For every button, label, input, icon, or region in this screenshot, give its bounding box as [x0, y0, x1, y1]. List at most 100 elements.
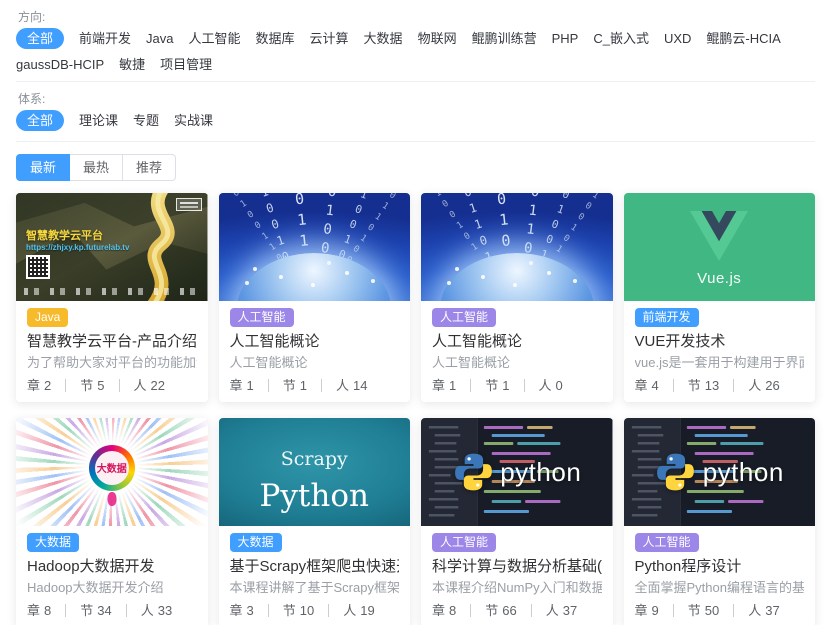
filter-direction-all[interactable]: 全部 [16, 28, 64, 49]
filter-direction-bigdata[interactable]: 大数据 [364, 28, 403, 49]
stat-separator [119, 379, 120, 392]
course-stats: 章1 节1 人0 [432, 378, 602, 393]
filter-direction-kunpeng-camp[interactable]: 鲲鹏训练营 [472, 28, 537, 49]
direction-filter-label: 方向: [18, 8, 815, 25]
filter-direction-gaussdb[interactable]: gaussDB-HCIP [16, 54, 104, 75]
python-wordmark: python [703, 457, 784, 488]
course-thumbnail[interactable]: 100101 01101001 0100110 01101001 0100110… [421, 193, 613, 301]
network-dots [455, 267, 459, 271]
category-tag[interactable]: 大数据 [27, 533, 79, 552]
filter-direction-cloud[interactable]: 云计算 [310, 28, 349, 49]
section-count: 节50 [688, 603, 719, 618]
sort-newest-button[interactable]: 最新 [16, 154, 70, 181]
course-stats: 章8 节34 人33 [27, 603, 197, 618]
signature-strip [24, 288, 200, 295]
course-title[interactable]: 人工智能概论 [230, 333, 400, 351]
course-description: 全面掌握Python编程语言的基本语... [635, 580, 805, 596]
stat-separator [126, 604, 127, 617]
stat-separator [733, 604, 734, 617]
course-description: 为了帮助大家对平台的功能加深理... [27, 355, 197, 371]
category-tag[interactable]: 前端开发 [635, 308, 699, 327]
course-card-body: Java 智慧教学云平台-产品介绍 为了帮助大家对平台的功能加深理... 章2 … [16, 301, 208, 402]
sort-recommended-button[interactable]: 推荐 [122, 154, 176, 181]
category-tag[interactable]: 人工智能 [432, 533, 496, 552]
course-card[interactable]: 100101 01101001 0100110 01101001 0100110… [421, 193, 613, 402]
filter-direction-java[interactable]: Java [146, 28, 173, 49]
course-title[interactable]: 科学计算与数据分析基础(Pyth... [432, 558, 602, 576]
stat-separator [268, 604, 269, 617]
people-count: 人37 [546, 603, 577, 618]
stat-separator [531, 604, 532, 617]
filter-direction-uxd[interactable]: UXD [664, 28, 691, 49]
course-thumbnail[interactable]: Scrapy Python [219, 418, 411, 526]
category-tag[interactable]: 人工智能 [230, 308, 294, 327]
section-count: 节13 [688, 378, 719, 393]
course-title[interactable]: Python程序设计 [635, 558, 805, 576]
course-card[interactable]: python 人工智能 科学计算与数据分析基础(Pyth... 本课程介绍Num… [421, 418, 613, 625]
filter-direction-frontend[interactable]: 前端开发 [79, 28, 131, 49]
filter-system-theory[interactable]: 理论课 [79, 110, 118, 131]
stat-separator [65, 379, 66, 392]
chapter-count: 章1 [432, 378, 456, 393]
course-stats: 章9 节50 人37 [635, 603, 805, 618]
course-description: 人工智能概论 [230, 355, 400, 371]
filter-system-topic[interactable]: 专题 [133, 110, 159, 131]
course-title[interactable]: 人工智能概论 [432, 333, 602, 351]
course-title[interactable]: Hadoop大数据开发 [27, 558, 197, 576]
system-filter-label: 体系: [18, 90, 815, 107]
course-title[interactable]: 基于Scrapy框架爬虫快速开发(... [230, 558, 400, 576]
section-divider [16, 81, 815, 82]
course-card[interactable]: 智慧教学云平台 https://zhjxy.kp.futurelab.tv Ja… [16, 193, 208, 402]
filter-direction-ai[interactable]: 人工智能 [189, 28, 241, 49]
category-tag[interactable]: Java [27, 308, 68, 327]
category-tag[interactable]: 人工智能 [432, 308, 496, 327]
course-card[interactable]: python 人工智能 Python程序设计 全面掌握Python编程语言的基本… [624, 418, 816, 625]
stat-separator [321, 379, 322, 392]
course-thumbnail[interactable]: 0100110 100101 01101001 0100110 100101 0… [219, 193, 411, 301]
course-card[interactable]: 0100110 100101 01101001 0100110 100101 0… [219, 193, 411, 402]
course-grid: 智慧教学云平台 https://zhjxy.kp.futurelab.tv Ja… [16, 193, 815, 625]
people-count: 人26 [748, 378, 779, 393]
section-count: 节5 [80, 378, 104, 393]
course-card[interactable]: Vue.js 前端开发 VUE开发技术 vue.js是一套用于构建用于界面的..… [624, 193, 816, 402]
category-tag[interactable]: 大数据 [230, 533, 282, 552]
course-card[interactable]: 大数据 大数据 Hadoop大数据开发 Hadoop大数据开发介绍 章8 节34… [16, 418, 208, 625]
category-tag[interactable]: 人工智能 [635, 533, 699, 552]
filter-direction-embedded[interactable]: C_嵌入式 [593, 28, 649, 49]
filter-direction-php[interactable]: PHP [552, 28, 579, 49]
chapter-count: 章2 [27, 378, 51, 393]
sort-hottest-button[interactable]: 最热 [69, 154, 123, 181]
section-count: 节34 [80, 603, 111, 618]
course-card-body: 人工智能 科学计算与数据分析基础(Pyth... 本课程介绍NumPy入门和数据… [421, 526, 613, 625]
course-card[interactable]: Scrapy Python 大数据 基于Scrapy框架爬虫快速开发(... 本… [219, 418, 411, 625]
vuejs-logo-icon [690, 211, 748, 261]
course-title[interactable]: 智慧教学云平台-产品介绍 [27, 333, 197, 351]
python-logo-icon [452, 451, 494, 493]
filter-direction-kunpeng-hcia[interactable]: 鲲鹏云-HCIA [706, 28, 780, 49]
filter-direction-database[interactable]: 数据库 [256, 28, 295, 49]
filter-system-practice[interactable]: 实战课 [174, 110, 213, 131]
filter-direction-iot[interactable]: 物联网 [418, 28, 457, 49]
course-title[interactable]: VUE开发技术 [635, 333, 805, 351]
course-stats: 章2 节5 人22 [27, 378, 197, 393]
bigdata-center-label: 大数据 [97, 460, 127, 475]
stat-separator [268, 379, 269, 392]
stat-separator [673, 604, 674, 617]
filter-system-all[interactable]: 全部 [16, 110, 64, 131]
stat-separator [470, 604, 471, 617]
course-thumbnail[interactable]: 大数据 [16, 418, 208, 526]
course-thumbnail[interactable]: Vue.js [624, 193, 816, 301]
chapter-count: 章3 [230, 603, 254, 618]
people-count: 人37 [748, 603, 779, 618]
filter-direction-agile[interactable]: 敏捷 [119, 54, 145, 75]
course-thumbnail[interactable]: python [421, 418, 613, 526]
course-card-body: 人工智能 人工智能概论 人工智能概论 章1 节1 人0 [421, 301, 613, 402]
section-divider [16, 141, 815, 142]
people-count: 人0 [539, 378, 563, 393]
course-card-body: 人工智能 人工智能概论 人工智能概论 章1 节1 人14 [219, 301, 411, 402]
watermark-logo [176, 198, 202, 211]
ring-tail [107, 492, 116, 506]
filter-direction-pm[interactable]: 项目管理 [160, 54, 212, 75]
course-thumbnail[interactable]: python [624, 418, 816, 526]
course-thumbnail[interactable]: 智慧教学云平台 https://zhjxy.kp.futurelab.tv [16, 193, 208, 301]
